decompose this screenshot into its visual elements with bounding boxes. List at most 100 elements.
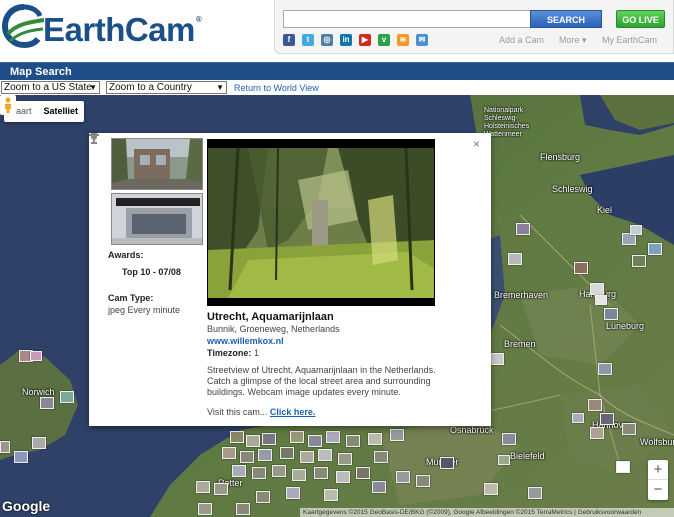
webcam-thumbnail-2[interactable] [111,193,203,245]
webcam-marker[interactable] [258,449,272,461]
webcam-marker[interactable] [346,435,360,447]
webcam-marker[interactable] [214,483,228,495]
webcam-marker[interactable] [14,451,28,463]
webcam-marker[interactable] [516,223,530,235]
webcam-marker[interactable] [196,481,210,493]
webcam-main-image[interactable] [207,139,435,306]
webcam-marker[interactable] [502,433,516,445]
webcam-marker[interactable] [32,437,46,449]
webcam-marker[interactable] [262,433,276,445]
webcam-marker[interactable] [272,465,286,477]
webcam-marker[interactable] [416,475,430,487]
youtube-icon[interactable]: ▶ [359,34,371,46]
my-earthcam-link[interactable]: My EarthCam [602,35,657,45]
satellite-map[interactable]: Kaart Satelliet Nationalpark Schleswig- … [0,95,674,517]
zoom-out-button[interactable]: − [648,480,668,500]
go-live-button[interactable]: GO LIVE [616,10,665,28]
webcam-marker[interactable] [508,253,522,265]
webcam-marker[interactable] [572,413,584,423]
webcam-marker[interactable] [595,295,607,305]
google-logo: Google [2,498,51,514]
webcam-marker[interactable] [292,469,306,481]
webcam-marker[interactable] [286,487,300,499]
webcam-marker[interactable] [222,447,236,459]
email-icon[interactable]: ✉ [416,34,428,46]
webcam-marker[interactable] [648,243,662,255]
facebook-icon[interactable]: f [283,34,295,46]
webcam-marker[interactable] [232,465,246,477]
search-input[interactable] [283,10,531,28]
webcam-marker[interactable] [308,435,322,447]
webcam-thumbnail-1[interactable] [111,138,203,190]
webcam-marker[interactable] [318,449,332,461]
map-label-luneburg: Lüneburg [606,321,645,331]
webcam-marker[interactable] [498,455,510,465]
webcam-marker[interactable] [40,397,54,409]
webcam-marker[interactable] [604,308,618,320]
add-a-cam-link[interactable]: Add a Cam [499,35,544,45]
webcam-marker[interactable] [314,467,328,479]
webcam-marker[interactable] [588,399,602,411]
webcam-marker[interactable] [440,457,454,469]
close-icon[interactable]: × [473,137,480,151]
webcam-marker[interactable] [198,503,212,515]
webcam-marker[interactable] [600,413,614,425]
webcam-marker[interactable] [372,481,386,493]
twitter-icon[interactable]: t [302,34,314,46]
search-button[interactable]: SEARCH [530,10,602,28]
vine-icon[interactable]: v [378,34,390,46]
webcam-marker[interactable] [230,431,244,443]
us-state-select[interactable]: Zoom to a US State ▼ [1,81,100,94]
webcam-marker[interactable] [390,429,404,441]
webcam-marker[interactable] [368,433,382,445]
awards-heading: Awards: [108,250,144,260]
webcam-marker[interactable] [336,471,350,483]
webcam-marker[interactable] [60,391,74,403]
webcam-url-link[interactable]: www.willemkox.nl [207,336,284,346]
webcam-marker[interactable] [338,453,352,465]
webcam-marker[interactable] [396,471,410,483]
webcam-marker[interactable] [484,483,498,495]
webcam-marker[interactable] [616,461,630,473]
webcam-marker[interactable] [290,431,304,443]
map-label-bremen: Bremen [504,339,536,349]
webcam-marker[interactable] [598,363,612,375]
webcam-marker[interactable] [256,491,270,503]
zoom-selectors: Zoom to a US State ▼ Zoom to a Country ▼ R… [0,80,674,95]
webcam-marker[interactable] [374,451,388,463]
webcam-marker[interactable] [240,451,254,463]
webcam-marker[interactable] [630,225,642,235]
webcam-snapshot [208,140,434,305]
webcam-marker[interactable] [324,489,338,501]
rss-icon[interactable]: ≋ [397,34,409,46]
zoom-in-button[interactable]: + [648,460,668,480]
map-attribution: Kaartgegevens ©2015 GeoBasis-DE/BKG (©20… [300,508,674,517]
country-select[interactable]: Zoom to a Country ▼ [106,81,227,94]
visit-cam-link[interactable]: Click here. [270,407,316,417]
webcam-marker[interactable] [0,441,10,453]
map-label-wolfsburg: Wolfsburg [640,437,674,447]
webcam-marker[interactable] [590,427,604,439]
webcam-marker[interactable] [528,487,542,499]
return-to-world-view-link[interactable]: Return to World View [234,83,319,93]
webcam-marker[interactable] [356,467,370,479]
webcam-marker[interactable] [30,351,42,361]
earthcam-logo[interactable]: EarthCam® [1,4,217,49]
map-type-satelliet[interactable]: Satelliet [38,101,85,122]
map-label-norwich: Norwich [22,387,55,397]
instagram-icon[interactable]: ◎ [321,34,333,46]
webcam-marker[interactable] [280,447,294,459]
webcam-marker[interactable] [632,255,646,267]
more-menu-link[interactable]: More ▾ [559,35,587,46]
webcam-marker[interactable] [590,283,604,295]
webcam-marker[interactable] [622,423,636,435]
webcam-marker[interactable] [326,431,340,443]
webcam-marker[interactable] [300,451,314,463]
street-view-pegman-icon[interactable] [0,95,16,115]
webcam-marker[interactable] [490,353,504,365]
webcam-marker[interactable] [574,262,588,274]
webcam-marker[interactable] [236,503,250,515]
webcam-marker[interactable] [246,435,260,447]
linkedin-icon[interactable]: in [340,34,352,46]
webcam-marker[interactable] [252,467,266,479]
